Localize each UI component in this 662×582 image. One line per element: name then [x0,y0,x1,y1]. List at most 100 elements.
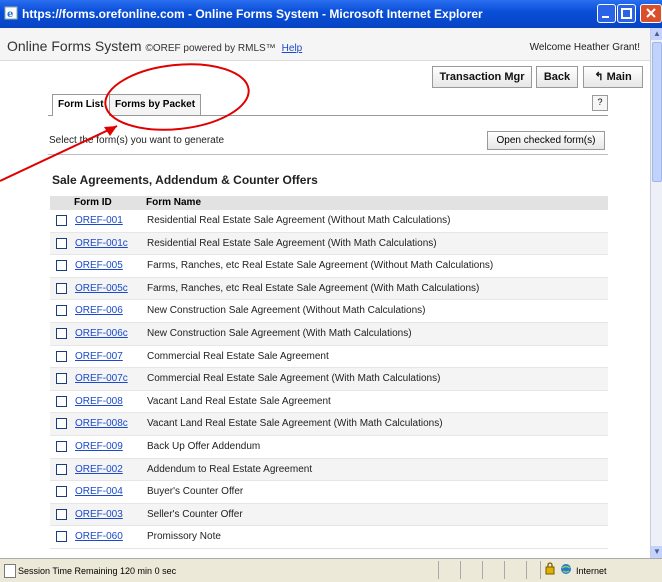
table-row: OREF-007 Commercial Real Estate Sale Agre… [50,346,608,369]
main-button[interactable]: ↰ Main [583,66,643,88]
close-icon [646,8,656,18]
vertical-scrollbar[interactable]: ▲ ▼ [650,28,662,558]
form-name: New Construction Sale Agreement (With Ma… [147,327,412,339]
window-titlebar: e https://forms.orefonline.com - Online … [0,0,662,28]
form-id-link[interactable]: OREF-001c [75,238,128,249]
form-id-link[interactable]: OREF-003 [75,509,123,520]
session-time-text: Session Time Remaining 120 min 0 sec [18,566,177,576]
form-id-link[interactable]: OREF-007 [75,351,123,362]
form-checkbox[interactable] [56,305,67,317]
scroll-up-icon[interactable]: ▲ [651,28,662,40]
page-content: Online Forms System ©OREF powered by RML… [0,28,650,558]
return-arrow-icon: ↰ [594,71,604,83]
form-name: Vacant Land Real Estate Sale Agreement (… [147,418,443,430]
table-row: OREF-001 Residential Real Estate Sale Agr… [50,210,608,233]
form-id-link[interactable]: OREF-007c [75,373,128,384]
form-name: Farms, Ranches, etc Real Estate Sale Agr… [147,282,480,294]
form-checkbox[interactable] [56,327,67,339]
form-name: Vacant Land Real Estate Sale Agreement [147,395,331,407]
form-id-link[interactable]: OREF-060 [75,531,123,542]
form-checkbox[interactable] [56,282,67,294]
help-link[interactable]: Help [282,43,303,54]
globe-icon [561,564,571,574]
app-subtitle: ©OREF powered by RMLS™ [145,43,276,54]
form-checkbox[interactable] [56,440,67,452]
security-zone-text: Internet [576,566,607,576]
transaction-mgr-button[interactable]: Transaction Mgr [432,66,532,88]
tab-bar: Form List Forms by Packet [48,94,608,116]
back-button[interactable]: Back [536,66,578,88]
form-name: Residential Real Estate Sale Agreement (… [147,237,437,249]
status-divider [438,561,439,579]
window-title: https://forms.orefonline.com - Online Fo… [22,7,483,21]
form-id-link[interactable]: OREF-006c [75,328,128,339]
status-divider [540,561,541,579]
status-divider [504,561,505,579]
column-header-form-name: Form Name [146,197,202,208]
table-row: OREF-006c New Construction Sale Agreement… [50,322,608,346]
form-id-link[interactable]: OREF-005c [75,283,128,294]
form-checkbox[interactable] [56,508,67,520]
app-title: Online Forms System ©OREF powered by RML… [7,38,302,54]
close-button[interactable] [640,4,662,23]
minimize-button[interactable] [597,4,616,23]
tab-forms-by-packet[interactable]: Forms by Packet [109,94,202,115]
minimize-icon [602,16,609,18]
forms-table: Form ID Form Name OREF-001 Residential Re… [50,196,608,549]
open-checked-forms-button[interactable]: Open checked form(s) [487,131,605,150]
form-checkbox[interactable] [56,373,67,385]
maximize-button[interactable] [617,4,636,23]
table-header: Form ID Form Name [50,196,608,210]
form-name: Addendum to Real Estate Agreement [147,463,313,475]
form-checkbox[interactable] [56,463,67,475]
form-checkbox[interactable] [56,350,67,362]
table-row: OREF-004 Buyer's Counter Offer [50,481,608,504]
table-row: OREF-005 Farms, Ranches, etc Real Estate … [50,255,608,278]
section-title: Sale Agreements, Addendum & Counter Offe… [52,173,318,187]
form-id-link[interactable]: OREF-004 [75,486,123,497]
form-checkbox[interactable] [56,395,67,407]
form-name: Buyer's Counter Offer [147,486,244,498]
form-checkbox[interactable] [56,237,67,249]
table-row: OREF-005c Farms, Ranches, etc Real Estate… [50,277,608,301]
help-button[interactable]: ? [592,95,608,111]
status-divider [526,561,527,579]
form-id-link[interactable]: OREF-005 [75,260,123,271]
form-id-link[interactable]: OREF-006 [75,305,123,316]
table-row: OREF-009 Back Up Offer Addendum [50,436,608,459]
scroll-thumb[interactable] [652,42,662,182]
table-row: OREF-007c Commercial Real Estate Sale Agr… [50,368,608,391]
form-id-link[interactable]: OREF-002 [75,464,123,475]
table-row: OREF-060 Promissory Note [50,526,608,549]
divider [48,154,608,155]
tab-form-list[interactable]: Form List [52,94,110,116]
form-id-link[interactable]: OREF-008 [75,396,123,407]
form-id-link[interactable]: OREF-008c [75,418,128,429]
form-checkbox[interactable] [56,215,67,226]
form-id-link[interactable]: OREF-009 [75,441,123,452]
ie-icon: e [4,6,18,20]
form-name: Farms, Ranches, etc Real Estate Sale Agr… [147,260,494,272]
form-checkbox[interactable] [56,418,67,430]
table-row: OREF-002 Addendum to Real Estate Agreemen… [50,458,608,482]
status-divider [460,561,461,579]
form-checkbox[interactable] [56,531,67,543]
status-divider [482,561,483,579]
scroll-down-icon[interactable]: ▼ [651,546,662,558]
table-row: OREF-001c Residential Real Estate Sale Ag… [50,232,608,256]
app-header: Online Forms System ©OREF powered by RML… [0,28,650,61]
form-checkbox[interactable] [56,486,67,498]
form-checkbox[interactable] [56,260,67,272]
app-name: Online Forms System [7,38,142,54]
form-name: Seller's Counter Offer [147,508,243,520]
lock-icon [545,562,555,575]
page-icon [4,564,16,578]
column-header-form-id: Form ID [74,197,112,208]
table-body: OREF-001 Residential Real Estate Sale Agr… [50,210,608,549]
table-row: OREF-006 New Construction Sale Agreement … [50,300,608,323]
welcome-text: Welcome Heather Grant! [529,42,640,53]
form-id-link[interactable]: OREF-001 [75,215,123,226]
form-name: Commercial Real Estate Sale Agreement [147,350,329,362]
form-name: Back Up Offer Addendum [147,440,261,452]
main-button-label: Main [606,71,632,83]
